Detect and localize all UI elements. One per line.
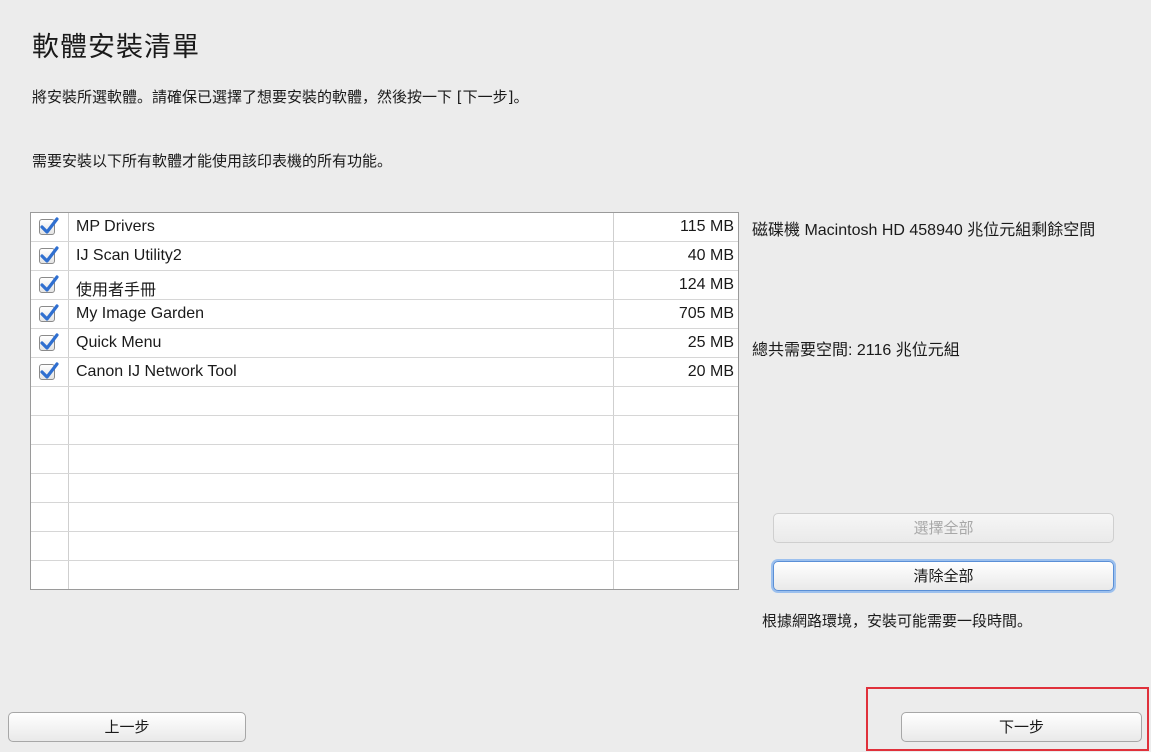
check-icon (40, 333, 59, 350)
empty-row (31, 474, 738, 503)
check-icon (40, 362, 59, 379)
software-row[interactable]: My Image Garden 705 MB (31, 300, 738, 329)
installer-window: 軟體安裝清單 將安裝所選軟體。請確保已選擇了想要安裝的軟體，然後按一下 [下一步… (0, 0, 1151, 752)
select-all-button[interactable]: 選擇全部 (773, 513, 1114, 543)
software-size: 115 MB (680, 218, 734, 235)
disk-space-info: 磁碟機 Macintosh HD 458940 兆位元組剩餘空間 (752, 222, 1096, 239)
checkbox-ij-scan-utility[interactable] (39, 246, 59, 264)
software-size: 20 MB (687, 363, 734, 380)
page-title: 軟體安裝清單 (32, 32, 200, 63)
software-size: 25 MB (687, 334, 734, 351)
software-row[interactable]: MP Drivers 115 MB (31, 213, 738, 242)
software-name: 使用者手冊 (76, 282, 157, 299)
clear-all-button[interactable]: 清除全部 (773, 561, 1114, 591)
software-row[interactable]: 使用者手冊 124 MB (31, 271, 738, 300)
software-row[interactable]: Canon IJ Network Tool 20 MB (31, 358, 738, 387)
empty-row (31, 532, 738, 561)
check-icon (40, 217, 59, 234)
software-name: Canon IJ Network Tool (76, 363, 237, 380)
network-note: 根據網路環境，安裝可能需要一段時間。 (762, 612, 1033, 630)
software-size: 705 MB (678, 305, 734, 322)
empty-row (31, 416, 738, 445)
checkbox-user-manual[interactable] (39, 275, 59, 293)
checkbox-my-image-garden[interactable] (39, 304, 59, 322)
software-name: MP Drivers (76, 218, 155, 235)
empty-row (31, 387, 738, 416)
software-list: MP Drivers 115 MB IJ Scan Utility2 40 MB… (30, 212, 739, 590)
empty-row (31, 561, 738, 590)
checkbox-mp-drivers[interactable] (39, 217, 59, 235)
check-icon (40, 304, 59, 321)
check-icon (40, 275, 59, 292)
back-button[interactable]: 上一步 (8, 712, 246, 742)
total-space-info: 總共需要空間: 2116 兆位元組 (752, 342, 960, 359)
next-button-highlight (866, 687, 1149, 751)
software-row[interactable]: IJ Scan Utility2 40 MB (31, 242, 738, 271)
software-name: My Image Garden (76, 305, 205, 322)
instruction-text: 將安裝所選軟體。請確保已選擇了想要安裝的軟體，然後按一下 [下一步]。 (32, 88, 529, 106)
empty-row (31, 503, 738, 532)
software-size: 40 MB (687, 247, 734, 264)
software-name: Quick Menu (76, 334, 162, 351)
empty-row (31, 445, 738, 474)
software-row[interactable]: Quick Menu 25 MB (31, 329, 738, 358)
checkbox-network-tool[interactable] (39, 362, 59, 380)
software-size: 124 MB (678, 276, 734, 293)
check-icon (40, 246, 59, 263)
software-name: IJ Scan Utility2 (76, 247, 182, 264)
checkbox-quick-menu[interactable] (39, 333, 59, 351)
requirement-text: 需要安裝以下所有軟體才能使用該印表機的所有功能。 (32, 152, 393, 170)
